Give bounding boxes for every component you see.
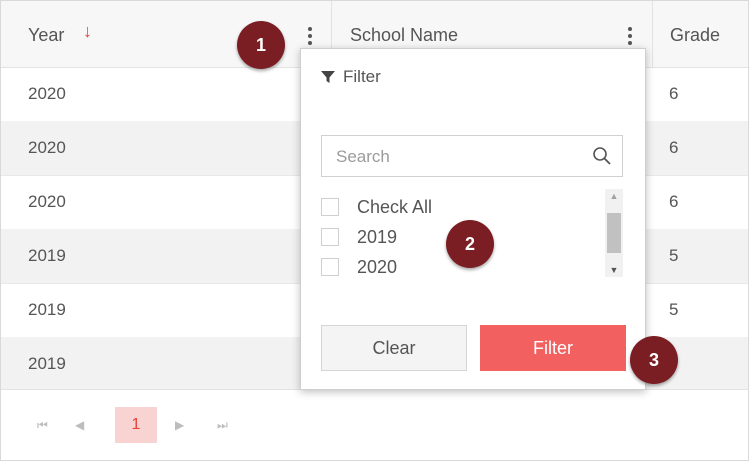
first-page-icon[interactable]: ⏮ bbox=[37, 418, 48, 433]
cell-year: 2019 bbox=[28, 300, 66, 319]
current-page-button[interactable]: 1 bbox=[115, 407, 157, 443]
column-menu-icon-school-name[interactable] bbox=[627, 27, 633, 47]
cell-year: 2020 bbox=[28, 192, 66, 211]
scrollbar-thumb[interactable] bbox=[607, 213, 621, 253]
option-label: Check All bbox=[357, 196, 433, 217]
cell-grade: 6 bbox=[669, 138, 679, 157]
column-header-year-label: Year bbox=[28, 25, 65, 45]
filter-search-input[interactable] bbox=[334, 145, 588, 169]
checkbox[interactable] bbox=[321, 258, 339, 276]
options-scrollbar[interactable]: ▲ ▼ bbox=[605, 189, 623, 277]
cell-year: 2019 bbox=[28, 354, 66, 373]
filter-search-box[interactable] bbox=[321, 135, 623, 177]
checkbox[interactable] bbox=[321, 198, 339, 216]
callout-badge-2: 2 bbox=[446, 220, 494, 268]
filter-title-label: Filter bbox=[343, 67, 381, 86]
column-header-school-name-label: School Name bbox=[350, 25, 459, 45]
column-header-grade[interactable]: Grade bbox=[653, 1, 748, 67]
option-label: 2019 bbox=[357, 226, 398, 247]
callout-badge-1: 1 bbox=[237, 21, 285, 69]
cell-grade: 6 bbox=[669, 84, 679, 103]
pagination-bar: ⏮ ◀ 1 ▶ ⏭ bbox=[1, 389, 748, 460]
checkbox[interactable] bbox=[321, 228, 339, 246]
option-label: 2020 bbox=[357, 256, 398, 277]
filter-popup: Filter Check All 2019 2020 ▲ ▼ Clear Fil… bbox=[300, 48, 646, 390]
clear-button[interactable]: Clear bbox=[321, 325, 467, 371]
cell-grade: 5 bbox=[669, 246, 679, 265]
scroll-up-icon[interactable]: ▲ bbox=[605, 189, 623, 203]
option-2019[interactable]: 2019 bbox=[321, 225, 397, 249]
previous-page-icon[interactable]: ◀ bbox=[75, 418, 84, 432]
cell-grade: 6 bbox=[669, 192, 679, 211]
last-page-icon[interactable]: ⏭ bbox=[217, 418, 228, 433]
column-header-grade-label: Grade bbox=[670, 25, 721, 45]
cell-year: 2020 bbox=[28, 138, 66, 157]
callout-badge-3: 3 bbox=[630, 336, 678, 384]
next-page-icon[interactable]: ▶ bbox=[175, 418, 184, 432]
search-icon[interactable] bbox=[592, 146, 612, 166]
cell-year: 2019 bbox=[28, 246, 66, 265]
cell-grade: 5 bbox=[669, 300, 679, 319]
funnel-icon bbox=[321, 71, 335, 83]
sort-descending-icon[interactable]: ↓ bbox=[83, 21, 92, 42]
option-check-all[interactable]: Check All bbox=[321, 195, 432, 219]
column-menu-icon-year[interactable] bbox=[307, 27, 313, 47]
cell-year: 2020 bbox=[28, 84, 66, 103]
filter-button[interactable]: Filter bbox=[480, 325, 626, 371]
scroll-down-icon[interactable]: ▼ bbox=[605, 263, 623, 277]
filter-popup-title: Filter bbox=[321, 67, 381, 87]
option-2020[interactable]: 2020 bbox=[321, 255, 397, 279]
